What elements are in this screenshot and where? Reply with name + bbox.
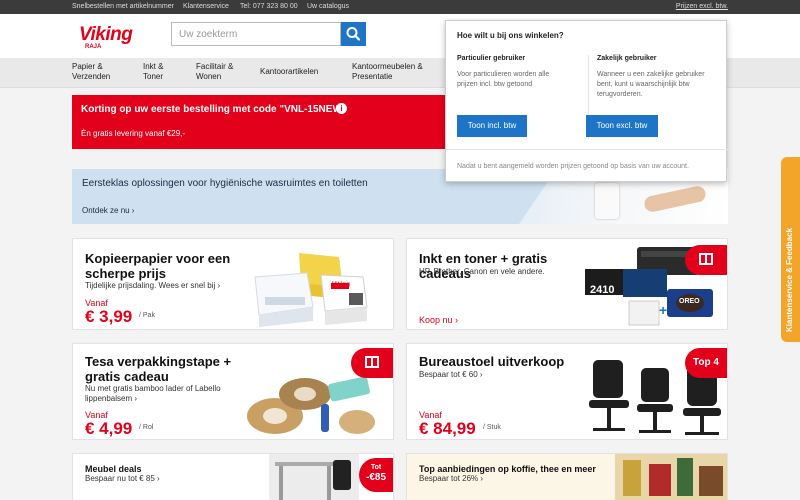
nav-item-kantoormeubelen[interactable]: Kantoormeubelen & Presentatie <box>352 62 434 82</box>
top4-tag: Top 4 <box>685 348 727 378</box>
chair-card-price: € 84,99 <box>419 419 476 438</box>
quick-order-link[interactable]: Snelbestellen met artikelnummer <box>72 3 174 10</box>
price-toggle-link[interactable]: Prijzen excl. btw. <box>676 3 728 10</box>
popover-title: Hoe wilt u bij ons winkelen? <box>457 31 564 40</box>
paper-card-subtitle[interactable]: Tijdelijke prijsdaling. Wees er snel bij… <box>85 281 245 291</box>
nav-item-kantoorartikelen[interactable]: Kantoorartikelen <box>260 67 318 77</box>
popover-footer-text: Nadat u bent aangemeld worden prijzen ge… <box>457 163 689 170</box>
top-utility-bar: Snelbestellen met artikelnummer Klantens… <box>0 0 800 14</box>
business-user-column: Zakelijk gebruiker Wanneer u een zakelij… <box>597 55 727 100</box>
promo-subtitle: Èn gratis levering vanaf €29,- <box>81 129 186 138</box>
private-user-column: Particulier gebruiker Voor particulieren… <box>457 55 587 90</box>
catalog-link[interactable]: Uw catalogus <box>307 3 349 10</box>
paper-reams-image <box>254 253 368 327</box>
chair-card[interactable]: Bureaustoel uitverkoop Bespaar tot € 60 … <box>406 343 728 440</box>
ink-card-link[interactable]: Koop nu › <box>419 315 458 325</box>
furniture-card[interactable]: Meubel deals Bespaar nu tot € 85 › Tot -… <box>72 453 394 500</box>
business-user-heading: Zakelijk gebruiker <box>597 55 657 62</box>
coffee-card[interactable]: Top aanbiedingen op koffie, thee en meer… <box>406 453 728 500</box>
search-input[interactable]: Uw zoekterm <box>171 22 341 46</box>
customer-service-link[interactable]: Klantenservice <box>183 3 229 10</box>
viking-logo[interactable]: Viking RAJA <box>79 24 143 54</box>
paper-card-title: Kopieerpapier voor een scherpe prijs <box>85 251 231 281</box>
paper-card[interactable]: Kopieerpapier voor een scherpe prijs Tij… <box>72 238 394 330</box>
nav-item-inkt[interactable]: Inkt & Toner <box>143 62 179 82</box>
gift-icon <box>699 253 713 265</box>
paper-product-label: Viking <box>332 282 350 288</box>
coffee-products-image <box>615 454 727 500</box>
tape-card-title: Tesa verpakkingstape + gratis cadeau <box>85 354 232 384</box>
logo-wordmark: Viking <box>79 24 133 45</box>
furniture-discount-tag: Tot -€85 <box>359 458 393 492</box>
chair-card-unit: / Stuk <box>483 424 501 431</box>
tape-card-price: € 4,99 <box>85 419 133 438</box>
gift-tag <box>685 245 727 275</box>
tape-card-subtitle[interactable]: Nu met gratis bamboo lader of Labello li… <box>85 384 235 404</box>
toner-box-label: 2410 <box>590 284 615 296</box>
private-user-text: Voor particulieren worden alle prijzen i… <box>457 71 550 88</box>
ink-card-subtitle: HP, Brother, Canon en vele andere. <box>419 267 545 276</box>
furniture-card-subtitle[interactable]: Bespaar nu tot € 85 › <box>85 474 160 484</box>
svg-text:+: + <box>659 302 667 318</box>
private-user-heading: Particulier gebruiker <box>457 55 526 62</box>
shopping-mode-popover: Hoe wilt u bij ons winkelen? Particulier… <box>445 20 728 182</box>
phone-number: Tel: 077 323 80 00 <box>240 3 298 10</box>
search-icon <box>346 27 361 41</box>
logo-subbrand: RAJA <box>85 44 102 50</box>
show-incl-vat-button[interactable]: Toon incl. btw <box>457 115 527 137</box>
gift-tag <box>351 348 393 378</box>
furniture-tag-bottom: -€85 <box>365 472 386 483</box>
nav-item-facilitair[interactable]: Facilitair & Wonen <box>196 62 244 82</box>
gift-icon <box>365 356 379 368</box>
paper-card-unit: / Pak <box>139 312 155 319</box>
feedback-tab[interactable]: Klantenservice & Feedback <box>781 157 800 342</box>
business-user-text: Wanneer u een zakelijke gebruiker bent, … <box>597 71 705 98</box>
coffee-card-subtitle[interactable]: Bespaar tot 26% › <box>419 474 483 484</box>
tape-card-unit: / Rol <box>139 424 154 431</box>
popover-footer-divider <box>446 149 728 150</box>
nav-item-papier[interactable]: Papier & Verzenden <box>72 62 127 82</box>
promo-title: Korting op uw eerste bestelling met code… <box>81 104 347 115</box>
show-excl-vat-button[interactable]: Toon excl. btw <box>586 115 658 137</box>
feedback-label: Klantenservice & Feedback <box>785 227 794 332</box>
hygiene-link[interactable]: Ontdek ze nu › <box>82 206 134 215</box>
ink-card[interactable]: Inkt en toner + gratis cadeaus HP, Broth… <box>406 238 728 330</box>
oreo-label: OREO <box>679 298 700 305</box>
soap-dispenser-image <box>595 183 619 219</box>
desk-image <box>269 454 359 500</box>
hygiene-title: Eersteklas oplossingen voor hygiënische … <box>82 178 368 189</box>
paper-card-price: € 3,99 <box>85 307 133 326</box>
chair-card-subtitle[interactable]: Bespaar tot € 60 › <box>419 370 569 380</box>
search-button[interactable] <box>341 22 366 46</box>
tape-card[interactable]: Tesa verpakkingstape + gratis cadeau Nu … <box>72 343 394 440</box>
info-icon[interactable]: i <box>336 103 347 114</box>
chair-card-title: Bureaustoel uitverkoop <box>419 354 565 369</box>
